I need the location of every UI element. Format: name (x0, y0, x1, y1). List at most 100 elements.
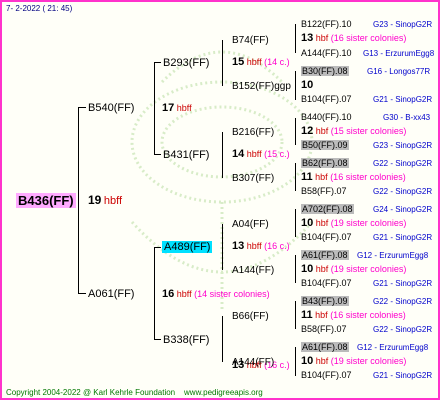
gen4-queen-1b[interactable]: A144(FF).10 (301, 48, 352, 59)
root-branch-top (78, 107, 86, 108)
root-connector (78, 107, 79, 293)
gen4-queen-4b[interactable]: B58(FF).07 (301, 186, 347, 197)
gen4-mid-8-hbf: hbf (315, 356, 329, 366)
gen4-queen-7a[interactable]: B43(FF).09 (301, 296, 349, 307)
gen3-connector-6 (295, 255, 296, 283)
gen2-connector-4 (222, 316, 223, 362)
gen2-queen-2-colonies: (15 c.) (264, 149, 290, 159)
gen4-mid-7-hbf: hbf (315, 310, 328, 320)
gen1-connector-b (154, 247, 155, 339)
gen4-queen-1a[interactable]: B122(FF).10 (301, 19, 352, 30)
gen4-queen-5a-name[interactable]: A702(FF).08 (301, 204, 354, 214)
gen4-queen-7a-name[interactable]: B43(FF).09 (301, 296, 349, 306)
gen4-queen-4a-code: G22 - SinopG2R (373, 159, 433, 168)
gen4-queen-8a[interactable]: A61(FF).08 (301, 342, 349, 353)
gen2-queen-2-hbff: hbff (246, 149, 262, 159)
gen1-queen-1-number: 17 (162, 102, 175, 114)
root-queen-hbff: hbff (103, 195, 123, 207)
gen1-queen-1[interactable]: B540(FF) (88, 101, 134, 115)
root-queen[interactable]: B436(FF) (16, 193, 76, 209)
gen4-mid-7-number: 11 (301, 309, 313, 321)
gen4-queen-8b[interactable]: B104(FF).07 (301, 370, 352, 381)
gen3-connector-7 (295, 301, 296, 329)
gen2-queen-3-hbff: hbff (246, 241, 262, 251)
gen1-queen-2[interactable]: A061(FF) (88, 287, 134, 301)
gen4-queen-2a[interactable]: B30(FF).08 (301, 66, 349, 77)
gen4-queen-6b-code: G21 - SinopG2R (373, 279, 433, 288)
gen4-queen-3a[interactable]: B440(FF).10 (301, 112, 352, 123)
gen4-queen-5a-code: G24 - SinopG2R (373, 205, 433, 214)
gen2-queen-2[interactable]: B431(FF) (163, 148, 209, 162)
gen4-queen-5b[interactable]: B104(FF).07 (301, 232, 352, 243)
gen1-queen-2-info: 16 hbff (14 sister colonies) (162, 289, 270, 300)
gen2-queen-3-colonies: (16 c.) (264, 241, 290, 251)
root-branch-bottom (78, 293, 86, 294)
root-queen-name[interactable]: B436(FF) (16, 193, 76, 208)
gen4-queen-2a-name[interactable]: B30(FF).08 (301, 66, 349, 76)
gen4-queen-6a-code: G12 - ErzurumEgg8 (357, 251, 429, 260)
gen3-queen-2[interactable]: B152(FF)ggp (232, 81, 291, 92)
copyright: Copyright 2004-2022 @ Karl Kehrle Founda… (6, 388, 176, 397)
gen3-queen-1[interactable]: B74(FF) (232, 35, 269, 46)
gen4-queen-1b-code: G13 - ErzurumEgg8 (363, 49, 435, 58)
gen4-queen-6b[interactable]: B104(FF).07 (301, 278, 352, 289)
gen4-queen-3b-name[interactable]: B50(FF).09 (301, 140, 349, 150)
gen2-queen-2-number: 14 (232, 148, 245, 160)
gen4-queen-2b[interactable]: B104(FF).07 (301, 94, 352, 105)
gen4-mid-4-number: 11 (301, 171, 313, 183)
gen2-connector-1 (222, 40, 223, 86)
gen3-queen-7[interactable]: B66(FF) (232, 311, 269, 322)
gen2-connector-3 (222, 224, 223, 270)
gen4-queen-2a-code: G16 - Longos77R (367, 67, 431, 76)
gen4-queen-3b[interactable]: B50(FF).09 (301, 140, 349, 151)
print-date: 7- 2-2022 ( 21: 45) (6, 4, 73, 13)
gen2-queen-3-number: 13 (232, 240, 245, 252)
site-url-link[interactable]: www.pedigreeapis.org (184, 388, 263, 397)
gen4-mid-4: 11 hbf (16 sister colonies) (301, 172, 406, 183)
gen3-queen-3[interactable]: B216(FF) (232, 127, 274, 138)
gen2-queen-3[interactable]: A489(FF) (162, 240, 213, 254)
gen2-connector-2 (222, 132, 223, 178)
gen4-queen-6a[interactable]: A61(FF).08 (301, 250, 349, 261)
pedigree-frame: 7- 2-2022 ( 21: 45) B436(FF) 19 hbff B54… (0, 0, 440, 400)
gen4-mid-5-hbf: hbf (315, 218, 329, 228)
gen4-mid-2: 10 (301, 80, 313, 91)
gen4-mid-3-hbf: hbf (315, 126, 329, 136)
root-queen-info: 19 hbff (88, 193, 123, 207)
gen3-queen-8[interactable]: A144(FF) (232, 357, 274, 368)
gen4-queen-4a-name[interactable]: B62(FF).08 (301, 158, 349, 168)
gen4-mid-1-number: 13 (301, 32, 314, 44)
gen1-queen-1-hbff: hbff (176, 103, 192, 113)
gen4-mid-1-colonies: (16 sister colonies) (330, 33, 407, 43)
gen2-queen-4[interactable]: B338(FF) (163, 333, 209, 347)
gen3-connector-4 (295, 163, 296, 191)
gen3-queen-6[interactable]: A144(FF) (232, 265, 274, 276)
gen4-mid-5-colonies: (19 sister colonies) (330, 218, 407, 228)
gen4-mid-3: 12 hbf (15 sister colonies) (301, 126, 406, 137)
gen4-queen-6a-name[interactable]: A61(FF).08 (301, 250, 349, 260)
gen2-queen-1[interactable]: B293(FF) (163, 56, 209, 70)
gen4-queen-4a[interactable]: B62(FF).08 (301, 158, 349, 169)
gen1-connector-a (154, 62, 155, 154)
gen3-connector-3 (295, 118, 296, 145)
gen4-queen-7b[interactable]: B58(FF).07 (301, 324, 347, 335)
gen2-queen-1-number: 15 (232, 56, 245, 68)
gen4-mid-7: 11 hbf (16 sister colonies) (301, 310, 406, 321)
gen3-queen-4[interactable]: B307(FF) (232, 173, 274, 184)
gen2-queen-3-name[interactable]: A489(FF) (162, 241, 213, 253)
gen1-queen-2-hbff: hbff (176, 289, 192, 299)
gen4-mid-8-colonies: (19 sister colonies) (330, 356, 407, 366)
gen3-connector-1 (295, 24, 296, 53)
gen4-mid-8: 10 hbf (19 sister colonies) (301, 356, 406, 367)
gen4-mid-6: 10 hbf (19 sister colonies) (301, 264, 406, 275)
gen1-queen-2-number: 16 (162, 288, 175, 300)
gen4-queen-8a-name[interactable]: A61(FF).08 (301, 342, 349, 352)
gen1-queen-2-colonies: (14 sister colonies) (194, 289, 270, 299)
gen2-queen-1-info: 15 hbff (14 c.) (232, 57, 290, 68)
root-queen-number: 19 (88, 193, 102, 207)
gen3-queen-5[interactable]: A04(FF) (232, 219, 269, 230)
gen4-queen-5a[interactable]: A702(FF).08 (301, 204, 354, 215)
gen4-mid-7-colonies: (16 sister colonies) (330, 310, 406, 320)
gen4-mid-8-number: 10 (301, 355, 314, 367)
gen4-queen-8b-code: G21 - SinopG2R (373, 371, 433, 380)
